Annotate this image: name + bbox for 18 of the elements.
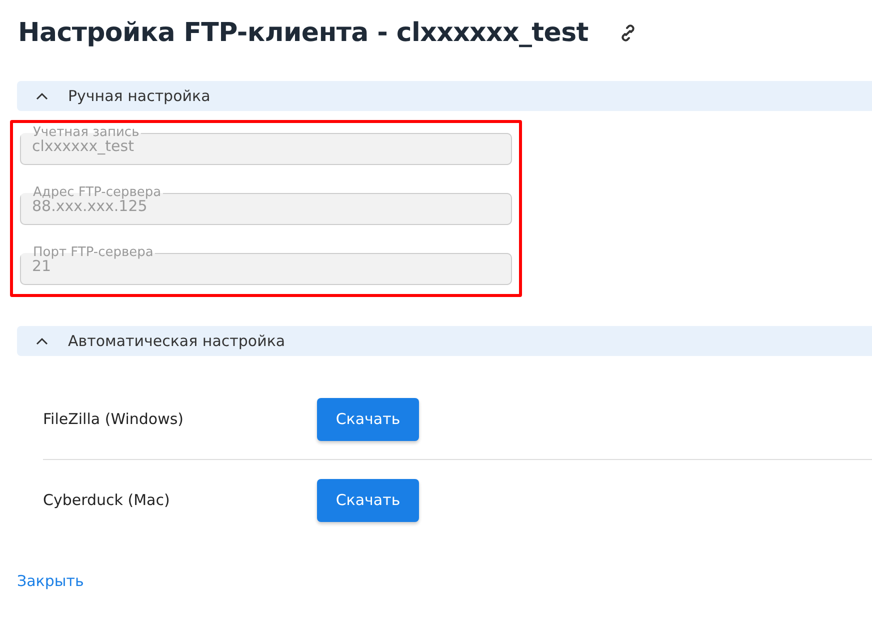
field-label: Учетная запись — [33, 127, 140, 139]
close-link[interactable]: Закрыть — [17, 572, 84, 590]
chevron-icon — [36, 92, 48, 100]
page-title: Настройка FTP-клиента - clxxxxxx_test — [18, 17, 588, 50]
field-label: Порт FTP-сервера — [32, 247, 154, 259]
field-value: 88.xxx.xxx.125 — [31, 197, 148, 216]
field-value: clxxxxxx_test — [31, 136, 135, 156]
field-label: Адрес FTP-сервера — [32, 187, 162, 199]
section-title: Ручная настройка — [68, 87, 210, 105]
section-header[interactable]: Ручная настройка — [17, 81, 872, 111]
section-header[interactable]: Автоматическая настройка — [17, 326, 872, 356]
field-value: 21 — [31, 257, 52, 276]
client-name: Cyberduck (Mac) — [43, 491, 171, 509]
download-button[interactable]: Скачать — [317, 478, 419, 522]
section-title: Автоматическая настройка — [68, 332, 286, 350]
client-name: FileZilla (Windows) — [43, 410, 185, 428]
chevron-icon — [36, 337, 48, 345]
download-button[interactable]: Скачать — [317, 398, 419, 440]
